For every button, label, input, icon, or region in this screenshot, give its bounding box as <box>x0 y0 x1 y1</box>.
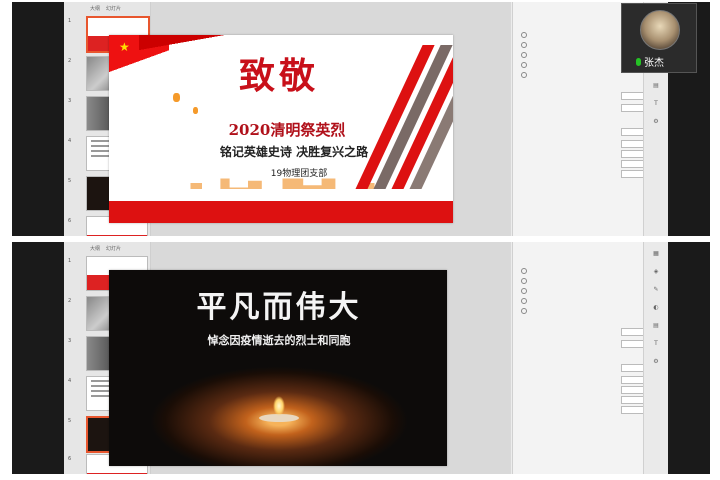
lantern <box>193 107 198 114</box>
bottom-screen-share: 大纲 幻灯片 1 2 3 4 5 6 ▦ ◈ ✎ ◐ ▤ T ⚙ 平凡而伟大 悼… <box>12 242 710 474</box>
side-tool-icon[interactable]: ✎ <box>650 284 662 296</box>
slide-number: 5 <box>68 418 72 424</box>
slide-number: 3 <box>68 98 72 104</box>
tab-slides[interactable]: 幻灯片 <box>106 5 121 12</box>
radio-option[interactable] <box>521 277 527 284</box>
side-tool-icon[interactable]: ⚙ <box>650 356 662 368</box>
slide-number: 3 <box>68 338 72 344</box>
slide-number: 6 <box>68 218 72 224</box>
side-toolbar: ▦ ◈ ✎ ◐ ▤ T ⚙ <box>643 242 668 474</box>
radio-option[interactable] <box>521 71 527 78</box>
tab-slides[interactable]: 幻灯片 <box>106 245 121 252</box>
slide-ordinary-great[interactable]: 平凡而伟大 悼念因疫情逝去的烈士和同胞 <box>109 270 447 466</box>
side-tool-icon[interactable]: T <box>650 98 662 110</box>
slide-subtitle: 悼念因疫情逝去的烈士和同胞 <box>207 334 351 347</box>
top-screen-share: 大纲 幻灯片 1 2 3 4 5 6 ▤ T ⚙ ★ 致敬 2020清明祭英烈 … <box>12 2 710 236</box>
thumbnail-tabs: 大纲 幻灯片 <box>64 242 150 254</box>
slide-tagline: 铭记英雄史诗 决胜复兴之路 <box>219 145 369 159</box>
red-banner <box>109 201 453 223</box>
side-tool-icon[interactable]: ◐ <box>650 302 662 314</box>
slide-organization: 19物理团支部 <box>270 169 328 179</box>
radio-option[interactable] <box>521 307 527 314</box>
video-call-tile[interactable]: 张杰 <box>621 3 697 73</box>
radio-option[interactable] <box>521 287 527 294</box>
slide-title: 致敬 <box>238 55 319 97</box>
properties-panel[interactable] <box>512 242 647 474</box>
slide-number: 5 <box>68 178 72 184</box>
participant-name: 张杰 <box>644 58 664 69</box>
slide-number: 1 <box>68 258 72 264</box>
slide-number: 1 <box>68 18 72 24</box>
mic-icon[interactable] <box>636 57 641 66</box>
tab-outline[interactable]: 大纲 <box>90 5 100 12</box>
slide-number: 4 <box>68 378 72 384</box>
participant-label: 张杰 <box>636 54 664 69</box>
radio-option[interactable] <box>521 41 527 48</box>
side-tool-icon[interactable]: ▤ <box>650 320 662 332</box>
slide-number: 2 <box>68 298 72 304</box>
side-tool-icon[interactable]: ◈ <box>650 266 662 278</box>
radio-option[interactable] <box>521 31 527 38</box>
side-tool-icon[interactable]: T <box>650 338 662 350</box>
radio-option[interactable] <box>521 297 527 304</box>
candle-flame <box>273 396 285 416</box>
side-tool-icon[interactable]: ⚙ <box>650 116 662 128</box>
slide-title: 平凡而伟大 <box>196 290 362 325</box>
radio-option[interactable] <box>521 267 527 274</box>
slide-number: 2 <box>68 58 72 64</box>
side-tool-icon[interactable]: ▤ <box>650 80 662 92</box>
slide-subtitle: 2020清明祭英烈 <box>228 121 346 139</box>
avatar <box>640 10 680 50</box>
tab-outline[interactable]: 大纲 <box>90 245 100 252</box>
side-tool-icon[interactable]: ▦ <box>650 248 662 260</box>
radio-option[interactable] <box>521 61 527 68</box>
radio-option[interactable] <box>521 51 527 58</box>
photo-stripes <box>343 45 453 215</box>
lantern <box>173 93 180 102</box>
thumbnail-tabs: 大纲 幻灯片 <box>64 2 150 14</box>
slide-tribute-heroes[interactable]: ★ 致敬 2020清明祭英烈 铭记英雄史诗 决胜复兴之路 19物理团支部 <box>109 35 453 223</box>
slide-number: 4 <box>68 138 72 144</box>
slide-number: 6 <box>68 456 72 462</box>
